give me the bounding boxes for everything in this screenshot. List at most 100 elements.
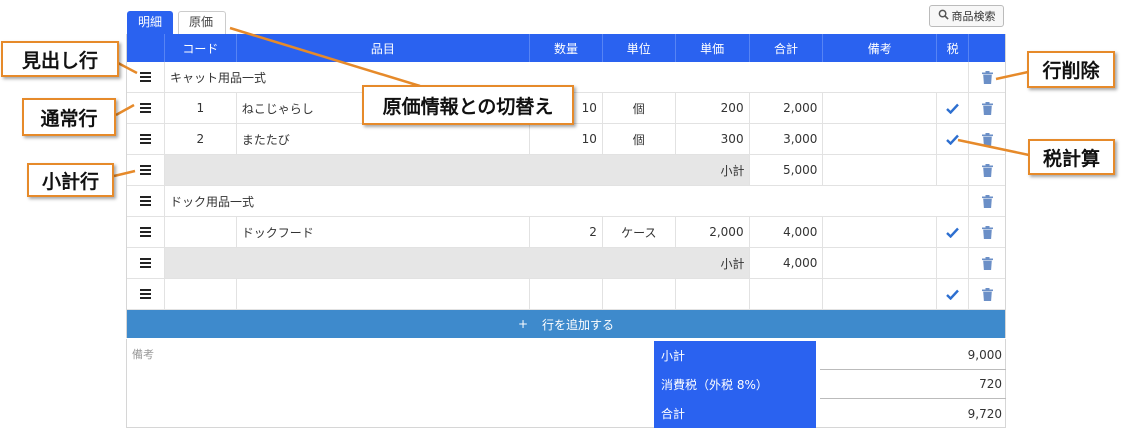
note-cell[interactable] [823, 279, 938, 309]
summary-area: 備考 小計 9,000 消費税（外税 8%） 720 合計 9,720 [126, 339, 1006, 428]
drag-handle-icon [139, 103, 151, 113]
trash-icon [981, 256, 993, 270]
subtotal-label: 小計 [164, 155, 750, 185]
add-row-label: 行を追加する [542, 317, 615, 332]
qty-cell[interactable]: 2 [530, 217, 603, 247]
callout-subtotal-row: 小計行 [27, 163, 114, 197]
unit-cell[interactable]: 個 [603, 93, 676, 123]
subtotal-row: 小計 5,000 [127, 155, 1005, 186]
summary-total-label: 合計 [654, 399, 816, 428]
drag-handle[interactable] [127, 155, 165, 185]
add-row-button[interactable]: + 行を追加する [127, 310, 1005, 338]
subtotal-row: 小計 4,000 [127, 248, 1005, 279]
delete-row-button[interactable] [969, 124, 1005, 154]
header-qty: 数量 [530, 34, 603, 62]
qty-cell[interactable]: 10 [530, 124, 603, 154]
drag-handle-icon [139, 134, 151, 144]
price-cell[interactable]: 2,000 [676, 217, 750, 247]
callout-tax-calc: 税計算 [1028, 139, 1115, 175]
delete-row-button[interactable] [969, 279, 1005, 309]
trash-icon [981, 287, 993, 301]
name-cell[interactable]: またたび [237, 124, 531, 154]
check-icon [946, 227, 960, 238]
plus-icon: + [517, 317, 529, 331]
delete-row-button[interactable] [969, 155, 1005, 185]
delete-row-button[interactable] [969, 217, 1005, 247]
tax-cell [937, 155, 970, 185]
memo-label[interactable]: 備考 [132, 346, 154, 362]
delete-row-button[interactable] [969, 186, 1005, 216]
header-price: 単価 [676, 34, 750, 62]
summary-total-row: 合計 9,720 [654, 399, 1006, 428]
check-icon [946, 103, 960, 114]
heading-title[interactable]: ドック用品一式 [165, 186, 970, 216]
name-cell[interactable] [237, 279, 531, 309]
tax-toggle[interactable] [937, 124, 970, 154]
callout-normal-row: 通常行 [22, 98, 116, 136]
delete-row-button[interactable] [969, 62, 1005, 92]
code-cell[interactable] [165, 217, 237, 247]
note-cell[interactable] [823, 217, 938, 247]
price-cell[interactable]: 300 [676, 124, 750, 154]
tax-toggle[interactable] [937, 93, 970, 123]
code-cell[interactable]: 1 [165, 93, 237, 123]
drag-handle[interactable] [127, 248, 165, 278]
qty-cell[interactable] [530, 279, 603, 309]
summary-tax-row: 消費税（外税 8%） 720 [654, 370, 1006, 399]
drag-handle-icon [139, 165, 151, 175]
trash-icon [981, 132, 993, 146]
total-cell: 2,000 [750, 93, 824, 123]
summary-tax-value: 720 [820, 370, 1006, 399]
drag-handle[interactable] [127, 62, 165, 92]
unit-cell[interactable]: ケース [603, 217, 676, 247]
drag-handle[interactable] [127, 124, 165, 154]
price-cell[interactable] [676, 279, 750, 309]
tax-toggle[interactable] [937, 217, 970, 247]
tax-cell [937, 248, 970, 278]
trash-icon [981, 101, 993, 115]
product-search-button[interactable]: 商品検索 [929, 5, 1004, 27]
note-cell[interactable] [823, 124, 938, 154]
summary-subtotal-row: 小計 9,000 [654, 341, 1006, 370]
header-code: コード [165, 34, 237, 62]
tab-cost[interactable]: 原価 [178, 11, 226, 34]
callout-delete-row: 行削除 [1027, 51, 1115, 88]
tab-detail[interactable]: 明細 [127, 11, 173, 34]
drag-handle[interactable] [127, 217, 165, 247]
header-handle [127, 34, 165, 62]
tax-toggle[interactable] [937, 279, 970, 309]
drag-handle[interactable] [127, 186, 165, 216]
normal-row: ドックフード 2 ケース 2,000 4,000 [127, 217, 1005, 248]
drag-handle-icon [139, 72, 151, 82]
trash-icon [981, 70, 993, 84]
grid-header: コード 品目 数量 単位 単価 合計 備考 税 [127, 34, 1005, 62]
price-cell[interactable]: 200 [676, 93, 750, 123]
header-name: 品目 [237, 34, 531, 62]
name-cell[interactable]: ドックフード [237, 217, 531, 247]
drag-handle-icon [139, 289, 151, 299]
header-delete [969, 34, 1005, 62]
summary-tax-label: 消費税（外税 8%） [654, 370, 816, 399]
summary-total-value: 9,720 [967, 406, 1002, 421]
summary-subtotal-label: 小計 [654, 341, 816, 370]
subtotal-value: 4,000 [750, 248, 824, 278]
header-total: 合計 [750, 34, 824, 62]
heading-row: ドック用品一式 [127, 186, 1005, 217]
normal-row: 2 またたび 10 個 300 3,000 [127, 124, 1005, 155]
note-cell [823, 248, 938, 278]
unit-cell[interactable] [603, 279, 676, 309]
code-cell[interactable]: 2 [165, 124, 237, 154]
note-cell[interactable] [823, 93, 938, 123]
total-cell: 4,000 [750, 217, 824, 247]
delete-row-button[interactable] [969, 248, 1005, 278]
note-cell [823, 155, 938, 185]
code-cell[interactable] [165, 279, 237, 309]
drag-handle[interactable] [127, 93, 165, 123]
trash-icon [981, 225, 993, 239]
unit-cell[interactable]: 個 [603, 124, 676, 154]
delete-row-button[interactable] [969, 93, 1005, 123]
header-tax: 税 [937, 34, 970, 62]
drag-handle-icon [139, 258, 151, 268]
check-icon [946, 134, 960, 145]
drag-handle[interactable] [127, 279, 165, 309]
